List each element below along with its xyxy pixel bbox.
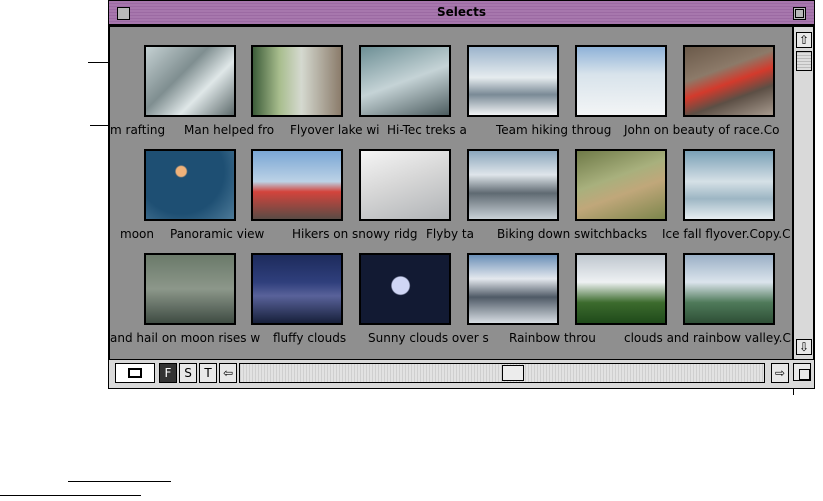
- thumbnail-grid: m rafting Man helped fro Flyover lake wi…: [110, 27, 792, 359]
- text-view-button[interactable]: T: [199, 363, 217, 383]
- thumbnail-rafting[interactable]: [144, 45, 236, 117]
- grow-box[interactable]: [793, 363, 811, 381]
- callout-line-bottom-2: [0, 495, 141, 496]
- thumbnail-rainbow[interactable]: [575, 253, 667, 325]
- scroll-down-arrow-icon[interactable]: ⇩: [796, 339, 812, 355]
- thumbnail-panoramic-view[interactable]: [251, 149, 343, 221]
- caption-2-6: Ice fall flyover.Copy.C: [662, 227, 791, 241]
- filmstrip-button[interactable]: F: [159, 363, 177, 383]
- caption-row-3: and hail on moon rises w fluffy clouds S…: [110, 331, 792, 347]
- thumbnail-fluffy-clouds[interactable]: [359, 253, 451, 325]
- caption-1-2: Man helped fro: [184, 123, 275, 137]
- caption-3-2: fluffy clouds: [273, 331, 347, 345]
- caption-1-1: m rafting: [110, 123, 166, 137]
- caption-3-1: and hail on moon rises w: [110, 331, 261, 345]
- callout-line-middle: [90, 125, 110, 126]
- view-toggle-icon: [128, 368, 142, 378]
- caption-1-5: Team hiking throug: [496, 123, 612, 137]
- window-title: Selects: [436, 5, 487, 19]
- caption-row-2: moon Panoramic view Hikers on snowy ridg…: [110, 227, 792, 243]
- scroll-up-arrow-icon[interactable]: ⇧: [796, 32, 812, 48]
- thumbnail-flyby[interactable]: [467, 149, 559, 221]
- thumbnail-sunny-clouds[interactable]: [467, 253, 559, 325]
- grid-row-3: and hail on moon rises w fluffy clouds S…: [110, 253, 792, 357]
- caption-2-5: Biking down switchbacks: [497, 227, 648, 241]
- thumbnail-flyover-lake[interactable]: [359, 45, 451, 117]
- view-toggle-button[interactable]: [115, 363, 155, 383]
- scroll-right-arrow-icon[interactable]: ⇨: [771, 363, 789, 383]
- caption-3-5: clouds and rainbow valley.C: [624, 331, 791, 345]
- caption-2-3: Hikers on snowy ridg: [292, 227, 418, 241]
- caption-2-4: Flyby ta: [426, 227, 474, 241]
- selects-window: Selects m rafting Man helped fro Flyover…: [108, 0, 815, 389]
- caption-2-1: moon: [120, 227, 154, 241]
- thumbnail-moon-rises[interactable]: [251, 253, 343, 325]
- thumbnail-man-helped[interactable]: [251, 45, 343, 117]
- vertical-scroll-thumb[interactable]: [796, 51, 812, 71]
- title-bar[interactable]: Selects: [109, 1, 814, 25]
- scroll-left-arrow-icon[interactable]: ⇦: [219, 363, 237, 383]
- small-view-button[interactable]: S: [179, 363, 197, 383]
- horizontal-scroll-thumb[interactable]: [502, 365, 524, 381]
- grid-row-2: moon Panoramic view Hikers on snowy ridg…: [110, 149, 792, 253]
- grid-row-1: m rafting Man helped fro Flyover lake wi…: [110, 45, 792, 149]
- caption-1-4: Hi-Tec treks a: [387, 123, 467, 137]
- caption-1-6: John on beauty of race.Co: [624, 123, 780, 137]
- callout-line-bottom-1: [68, 481, 171, 482]
- thumbnail-john-on-beauty[interactable]: [683, 45, 775, 117]
- thumbnail-hail[interactable]: [144, 253, 236, 325]
- caption-row-1: m rafting Man helped fro Flyover lake wi…: [110, 123, 792, 139]
- horizontal-scroll-track[interactable]: [239, 363, 765, 383]
- thumbnail-moon[interactable]: [144, 149, 236, 221]
- thumbnail-rainbow-valley[interactable]: [683, 253, 775, 325]
- caption-3-4: Rainbow throu: [509, 331, 596, 345]
- caption-1-3: Flyover lake wi: [290, 123, 380, 137]
- caption-2-2: Panoramic view: [170, 227, 265, 241]
- close-box[interactable]: [117, 7, 130, 20]
- thumbnail-ice-fall[interactable]: [683, 149, 775, 221]
- bottom-toolbar: F S T ⇦ ⇨: [109, 359, 814, 388]
- thumbnail-hitec-treks[interactable]: [467, 45, 559, 117]
- thumbnail-biking-switchbacks[interactable]: [575, 149, 667, 221]
- thumbnail-hikers-ridge[interactable]: [359, 149, 451, 221]
- zoom-box[interactable]: [793, 7, 806, 20]
- vertical-scrollbar[interactable]: ⇧ ⇩: [793, 27, 813, 359]
- caption-3-3: Sunny clouds over s: [368, 331, 489, 345]
- thumbnail-team-hiking[interactable]: [575, 45, 667, 117]
